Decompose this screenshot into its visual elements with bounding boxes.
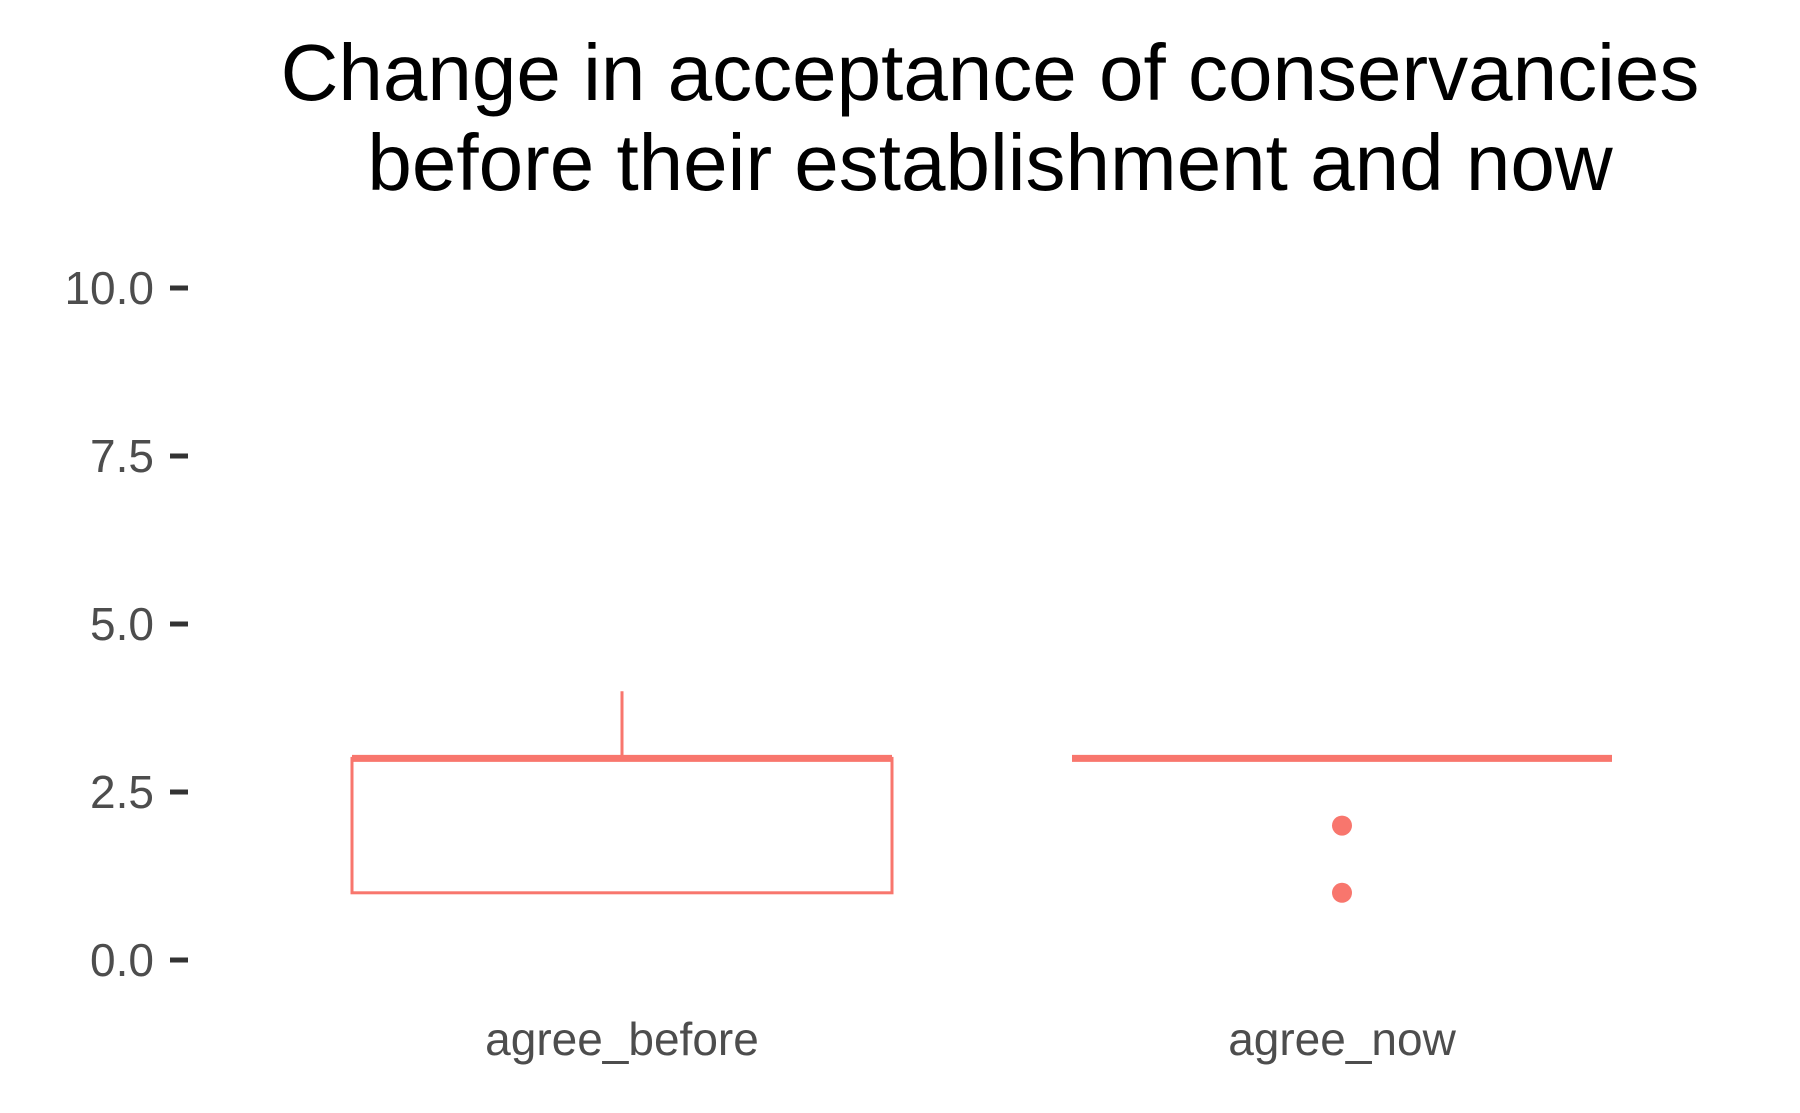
x-tick-label: agree_now	[1228, 1013, 1456, 1065]
y-tick-label: 5.0	[90, 598, 154, 650]
x-axis: agree_before agree_now	[485, 1013, 1456, 1065]
plot-area	[350, 691, 1612, 903]
y-tick-label: 7.5	[90, 430, 154, 482]
y-tick-label: 10.0	[64, 262, 154, 314]
y-axis: 0.0 2.5 5.0 7.5 10.0	[64, 262, 188, 986]
y-tick-label: 0.0	[90, 934, 154, 986]
outlier-point	[1332, 882, 1352, 903]
box-iqr	[350, 756, 894, 895]
x-tick-label: agree_before	[485, 1013, 759, 1065]
box-plot: 0.0 2.5 5.0 7.5 10.0 agree_before agree_now	[64, 262, 1612, 1065]
box-agree_before	[350, 691, 894, 895]
y-tick-label: 2.5	[90, 766, 154, 818]
outlier-point	[1332, 815, 1352, 836]
box-agree_now	[1072, 754, 1612, 903]
